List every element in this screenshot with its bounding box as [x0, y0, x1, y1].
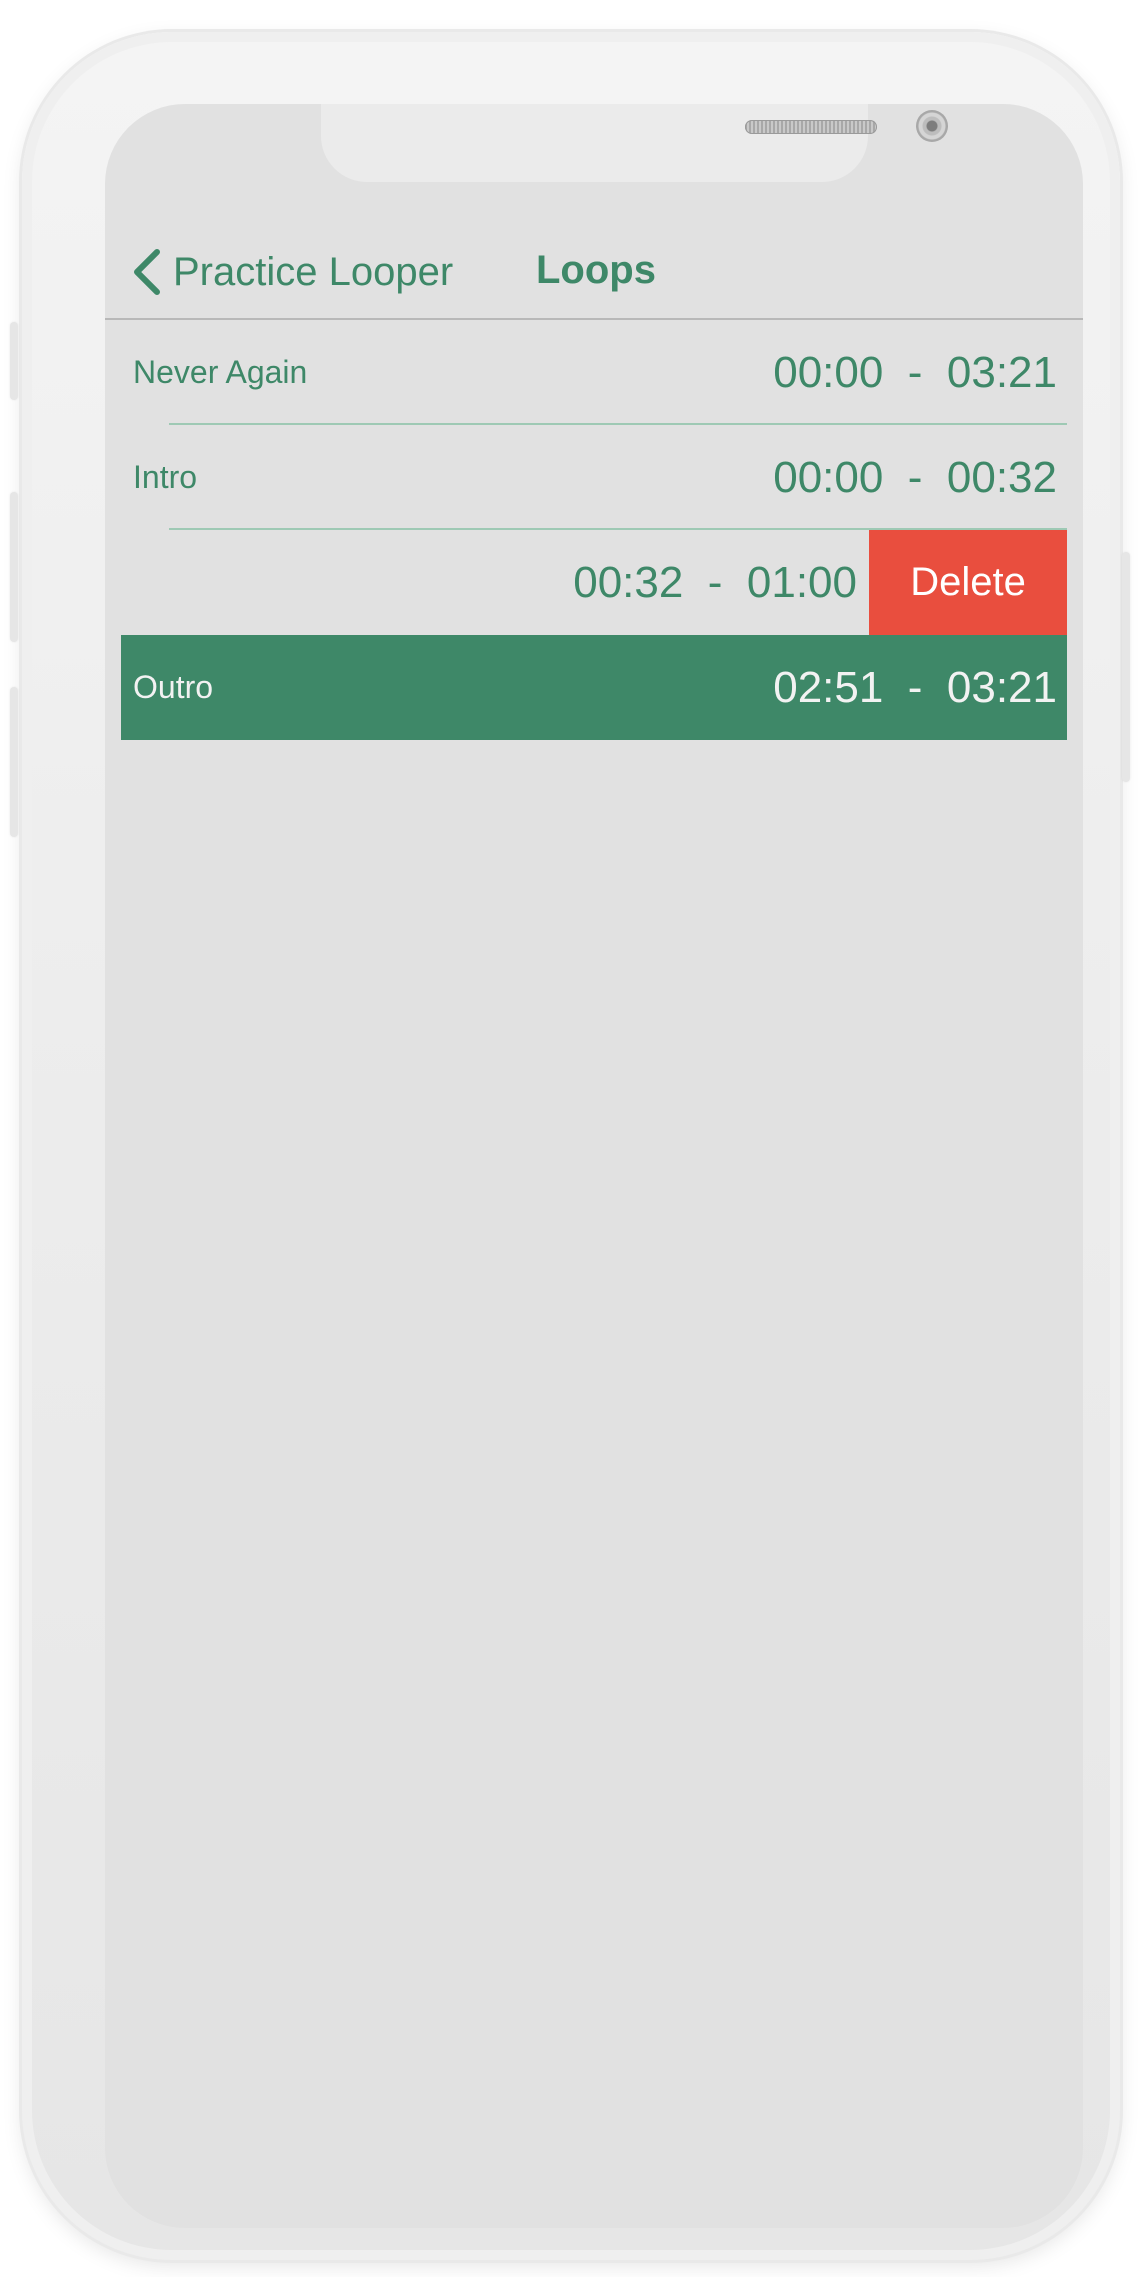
volume-down-button	[10, 687, 18, 837]
delete-button[interactable]: Delete	[869, 530, 1067, 635]
back-button-label: Practice Looper	[173, 249, 454, 294]
loop-row-intro[interactable]: Intro 00:00 - 00:32	[121, 425, 1067, 530]
loop-list: Never Again 00:00 - 03:21 Intro 00:00 - …	[121, 320, 1067, 740]
loop-time-range: 02:51 - 03:21	[773, 663, 1057, 712]
loop-name: Outro	[133, 669, 214, 705]
loop-time-range: 00:32 - 01:00	[573, 558, 857, 607]
loop-time-range: 00:00 - 00:32	[773, 453, 1057, 502]
screen: Practice Looper Loops Never Again 00:00 …	[105, 104, 1083, 2228]
mute-switch	[10, 322, 18, 400]
back-button[interactable]: Practice Looper	[125, 246, 453, 298]
power-button	[1122, 552, 1130, 782]
notch	[321, 104, 948, 182]
page-title: Loops	[536, 248, 656, 292]
volume-up-button	[10, 492, 18, 642]
loop-row-never-again[interactable]: Never Again 00:00 - 03:21	[121, 320, 1067, 425]
loop-name: Intro	[133, 459, 198, 495]
navigation-bar: Practice Looper Loops	[105, 226, 1083, 320]
front-camera	[916, 110, 948, 142]
loop-row-outro[interactable]: Outro 02:51 - 03:21	[121, 635, 1067, 740]
loop-time-range: 00:00 - 03:21	[773, 348, 1057, 397]
chevron-left-icon	[134, 249, 160, 295]
loop-name: Never Again	[133, 354, 308, 390]
speaker-grille	[745, 120, 877, 134]
phone-frame: Practice Looper Loops Never Again 00:00 …	[10, 32, 1130, 2260]
loop-row-swiped[interactable]: 00:32 - 01:00 Delete	[121, 530, 1067, 635]
